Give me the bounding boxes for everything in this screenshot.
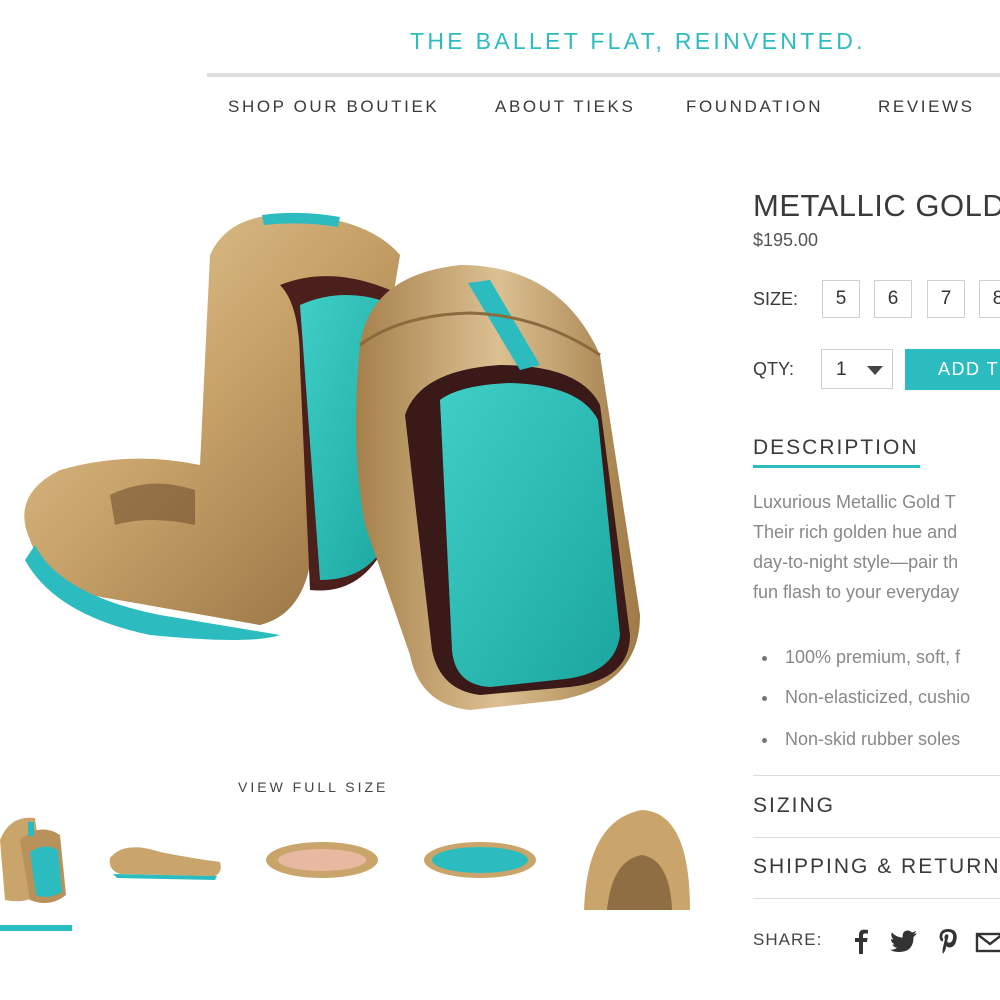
view-full-size-link[interactable]: VIEW FULL SIZE (238, 779, 388, 795)
site-tagline: THE BALLET FLAT, REINVENTED. (410, 28, 866, 54)
divider (753, 775, 1000, 776)
divider (753, 837, 1000, 838)
shoe-top-thumbnail[interactable] (262, 800, 382, 910)
quantity-value: 1 (836, 359, 847, 380)
main-product-image[interactable] (0, 195, 700, 735)
product-title: METALLIC GOLD (753, 188, 1000, 223)
size-option-7[interactable]: 7 (927, 280, 965, 318)
quantity-select[interactable]: 1 (821, 349, 893, 389)
sizing-accordion[interactable]: SIZING (753, 794, 835, 818)
description-line: day-to-night style—pair th (753, 552, 959, 572)
email-icon[interactable] (975, 927, 1000, 955)
size-option-6[interactable]: 6 (874, 280, 912, 318)
description-line: Luxurious Metallic Gold T (753, 492, 956, 512)
feature-bullet-text: Non-skid rubber soles (785, 729, 961, 749)
facebook-icon[interactable] (851, 927, 871, 955)
add-to-bag-button[interactable]: ADD T (905, 349, 1000, 390)
shoe-closeup-thumbnail[interactable] (582, 800, 692, 910)
divider (753, 898, 1000, 899)
header-divider (207, 73, 1000, 77)
share-label: SHARE: (753, 930, 823, 949)
chevron-down-icon (867, 366, 883, 375)
shoe-side-thumbnail[interactable] (105, 800, 225, 910)
feature-bullet-text: 100% premium, soft, f (785, 647, 961, 667)
size-option-5[interactable]: 5 (822, 280, 860, 318)
active-thumbnail-indicator (0, 925, 72, 931)
tab-description[interactable]: DESCRIPTION (753, 436, 919, 460)
description-line: fun flash to your everyday (753, 582, 960, 602)
pinterest-icon[interactable] (936, 927, 960, 955)
main-nav: SHOP OUR BOUTIEK ABOUT TIEKS FOUNDATION … (0, 97, 1000, 121)
description-tab-underline (753, 465, 920, 468)
nav-item-foundation[interactable]: FOUNDATION (686, 97, 823, 117)
feature-bullet-text: Non-elasticized, cushio (785, 687, 971, 707)
nav-item-about[interactable]: ABOUT TIEKS (495, 97, 635, 117)
description-line: Their rich golden hue and (753, 522, 958, 542)
product-price: $195.00 (753, 230, 819, 250)
shoe-sole-thumbnail[interactable] (420, 800, 540, 910)
shoe-pair-thumbnail[interactable] (0, 800, 72, 910)
nav-item-reviews[interactable]: REVIEWS (878, 97, 975, 117)
nav-item-shop[interactable]: SHOP OUR BOUTIEK (228, 97, 439, 117)
size-label: SIZE: (753, 289, 799, 309)
twitter-icon[interactable] (889, 927, 919, 955)
qty-label: QTY: (753, 359, 795, 379)
shipping-returns-accordion[interactable]: SHIPPING & RETURN (753, 855, 1000, 879)
size-option-8[interactable]: 8 (979, 280, 1000, 318)
